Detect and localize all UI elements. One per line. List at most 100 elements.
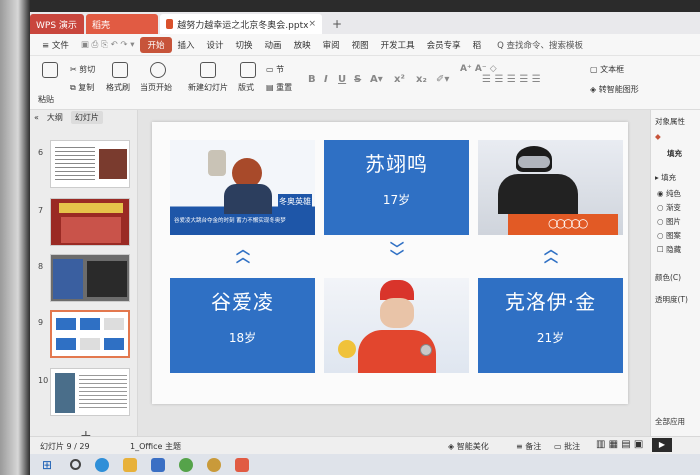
format-painter-button[interactable]: 格式刷: [106, 82, 130, 93]
comments-button[interactable]: ▭ 批注: [554, 441, 580, 452]
view-mode-icons[interactable]: ▥ ▦ ▤ ▣: [596, 439, 643, 450]
edge-browser-icon[interactable]: [95, 457, 109, 472]
menu-insert[interactable]: 插入: [172, 39, 201, 51]
tab-slides[interactable]: 幻灯片: [70, 110, 103, 124]
text-effects-icon[interactable]: A⁺ A⁻ ◇: [460, 64, 497, 74]
file-menu[interactable]: ≡ 文件: [36, 39, 75, 51]
menu-docer[interactable]: 稻: [467, 39, 488, 51]
collapse-panel-button[interactable]: «: [34, 113, 39, 122]
close-tab-button[interactable]: ×: [308, 19, 316, 29]
italic-button[interactable]: I: [324, 74, 328, 85]
tab-wps-home[interactable]: WPS 演示: [30, 14, 84, 34]
search-icon[interactable]: [70, 459, 81, 470]
panel-tabs: « 大纲 幻灯片: [30, 110, 137, 124]
mail-icon[interactable]: [151, 457, 165, 472]
wps-presentation-icon[interactable]: [235, 457, 249, 472]
command-search[interactable]: Q 查找命令、搜索模板: [497, 39, 583, 51]
strikethrough-button[interactable]: S: [354, 74, 361, 85]
fill-option-gradient[interactable]: ○ 渐变: [657, 202, 681, 213]
fill-option-picture[interactable]: ○ 图片: [657, 216, 681, 227]
app-icon[interactable]: [207, 457, 221, 472]
scissors-icon: ✂: [70, 65, 80, 74]
browser-icon[interactable]: [179, 457, 193, 472]
menu-member[interactable]: 会员专享: [421, 39, 467, 51]
menu-developer[interactable]: 开发工具: [375, 39, 421, 51]
tab-document[interactable]: 越努力越幸运之北京冬奥会.pptx ×: [160, 14, 322, 34]
layout-icon[interactable]: [240, 62, 256, 78]
fill-option-picture-label: 图片: [665, 217, 681, 226]
theme-name: 1_Office 主题: [130, 442, 181, 451]
text-box-button[interactable]: ▢ 文本框: [590, 64, 624, 75]
tab-docer-label: 稻壳: [92, 20, 111, 31]
cut-button[interactable]: ✂ 剪切: [70, 64, 95, 75]
fill-option-pattern-label: 图案: [665, 231, 681, 240]
section-button[interactable]: ▭ 节: [266, 64, 284, 75]
photo-su-yiming-medal[interactable]: 冬奥英雄 谷爱凌大跳台夺金的时刻 蓄力不懈实现冬奥梦: [170, 140, 315, 235]
play-icon[interactable]: [150, 62, 166, 78]
fill-option-solid-label: 纯色: [665, 189, 681, 198]
slide-thumbnail-10[interactable]: [50, 368, 130, 416]
notes-button[interactable]: ≡ 备注: [516, 441, 541, 452]
new-tab-button[interactable]: +: [332, 14, 342, 34]
smart-shape-icon: ◈: [590, 85, 599, 94]
fill-option-pattern[interactable]: ○ 图案: [657, 230, 681, 241]
underline-button[interactable]: U: [338, 74, 346, 85]
windows-start-icon[interactable]: ⊞: [42, 458, 56, 472]
new-slide-button[interactable]: 新建幻灯片: [188, 82, 228, 93]
thumb-cell: [104, 338, 124, 350]
layout-button[interactable]: 版式: [238, 82, 254, 93]
tab-fill[interactable]: 填充: [667, 148, 682, 159]
menu-review[interactable]: 审阅: [317, 39, 346, 51]
bold-button[interactable]: B: [308, 74, 316, 85]
paste-icon[interactable]: [42, 62, 58, 78]
menu-animation[interactable]: 动画: [259, 39, 288, 51]
athlete-name: 苏翊鸣: [365, 152, 428, 176]
quick-access-icons[interactable]: ▣ ⎙ ⎘ ↶ ↷ ▾: [75, 40, 141, 50]
slide-number: 9: [38, 318, 44, 327]
slide-number: 7: [38, 206, 44, 215]
play-from-current-button[interactable]: 当页开始: [140, 82, 172, 93]
slide-canvas[interactable]: 冬奥英雄 谷爱凌大跳台夺金的时刻 蓄力不懈实现冬奥梦 苏翊鸣 17岁 ○○○○○…: [152, 122, 628, 404]
menu-transition[interactable]: 切换: [230, 39, 259, 51]
menu-view[interactable]: 视图: [346, 39, 375, 51]
thumb-cell: [80, 338, 100, 350]
tab-docer[interactable]: 稻壳: [86, 14, 158, 34]
play-slideshow-button[interactable]: ▶: [652, 438, 672, 452]
paragraph-align-icons[interactable]: ☰ ☰ ☰ ☰ ☰: [482, 74, 541, 85]
subscript-button[interactable]: x₂: [416, 74, 427, 85]
tab-outline[interactable]: 大纲: [47, 112, 63, 123]
new-slide-icon[interactable]: [200, 62, 216, 78]
copy-button[interactable]: ⧉ 复制: [70, 82, 94, 93]
slide-number: 8: [38, 262, 44, 271]
thumb-cell: [80, 318, 100, 330]
format-painter-icon[interactable]: [112, 62, 128, 78]
pin-icon[interactable]: ◆: [655, 132, 661, 141]
athlete-age: 18岁: [228, 331, 257, 345]
file-explorer-icon[interactable]: [123, 457, 137, 472]
smart-beautify-button[interactable]: ◈ 智能美化: [448, 441, 489, 452]
slide-thumbnail-9-selected[interactable]: [50, 310, 130, 358]
menu-design[interactable]: 设计: [201, 39, 230, 51]
apply-all-button[interactable]: 全部应用: [655, 416, 685, 427]
menu-home[interactable]: 开始: [140, 36, 172, 53]
athlete-card-chloe-kim[interactable]: 克洛伊·金 21岁: [478, 278, 623, 373]
fill-option-solid[interactable]: ◉ 纯色: [657, 188, 681, 199]
photo-chloe-kim[interactable]: ○○○○○: [478, 140, 623, 235]
superscript-button[interactable]: x²: [394, 74, 405, 85]
fill-option-hide[interactable]: ☐ 隐藏: [657, 244, 681, 255]
photo-su-yiming-portrait[interactable]: [324, 278, 469, 373]
highlight-button[interactable]: ✐▾: [436, 74, 449, 85]
athlete-card-su-yiming[interactable]: 苏翊鸣 17岁: [324, 140, 469, 235]
fill-section-header[interactable]: ▸ 填充: [655, 172, 676, 183]
slide-thumbnail-8[interactable]: [50, 254, 130, 302]
menu-slideshow[interactable]: 放映: [288, 39, 317, 51]
athlete-card-gu-ailing[interactable]: 谷爱凌 18岁: [170, 278, 315, 373]
smart-shape-button[interactable]: ◈ 转智能图形: [590, 84, 639, 95]
slide-thumbnail-7[interactable]: [50, 198, 130, 246]
font-color-button[interactable]: A▾: [370, 74, 383, 85]
slide-thumbnail-6[interactable]: [50, 140, 130, 188]
thumb-photo: [55, 373, 75, 413]
reset-button[interactable]: ▤ 重置: [266, 82, 292, 93]
checkbox-icon: ☐: [657, 245, 667, 254]
paste-button[interactable]: 粘贴: [38, 94, 54, 105]
